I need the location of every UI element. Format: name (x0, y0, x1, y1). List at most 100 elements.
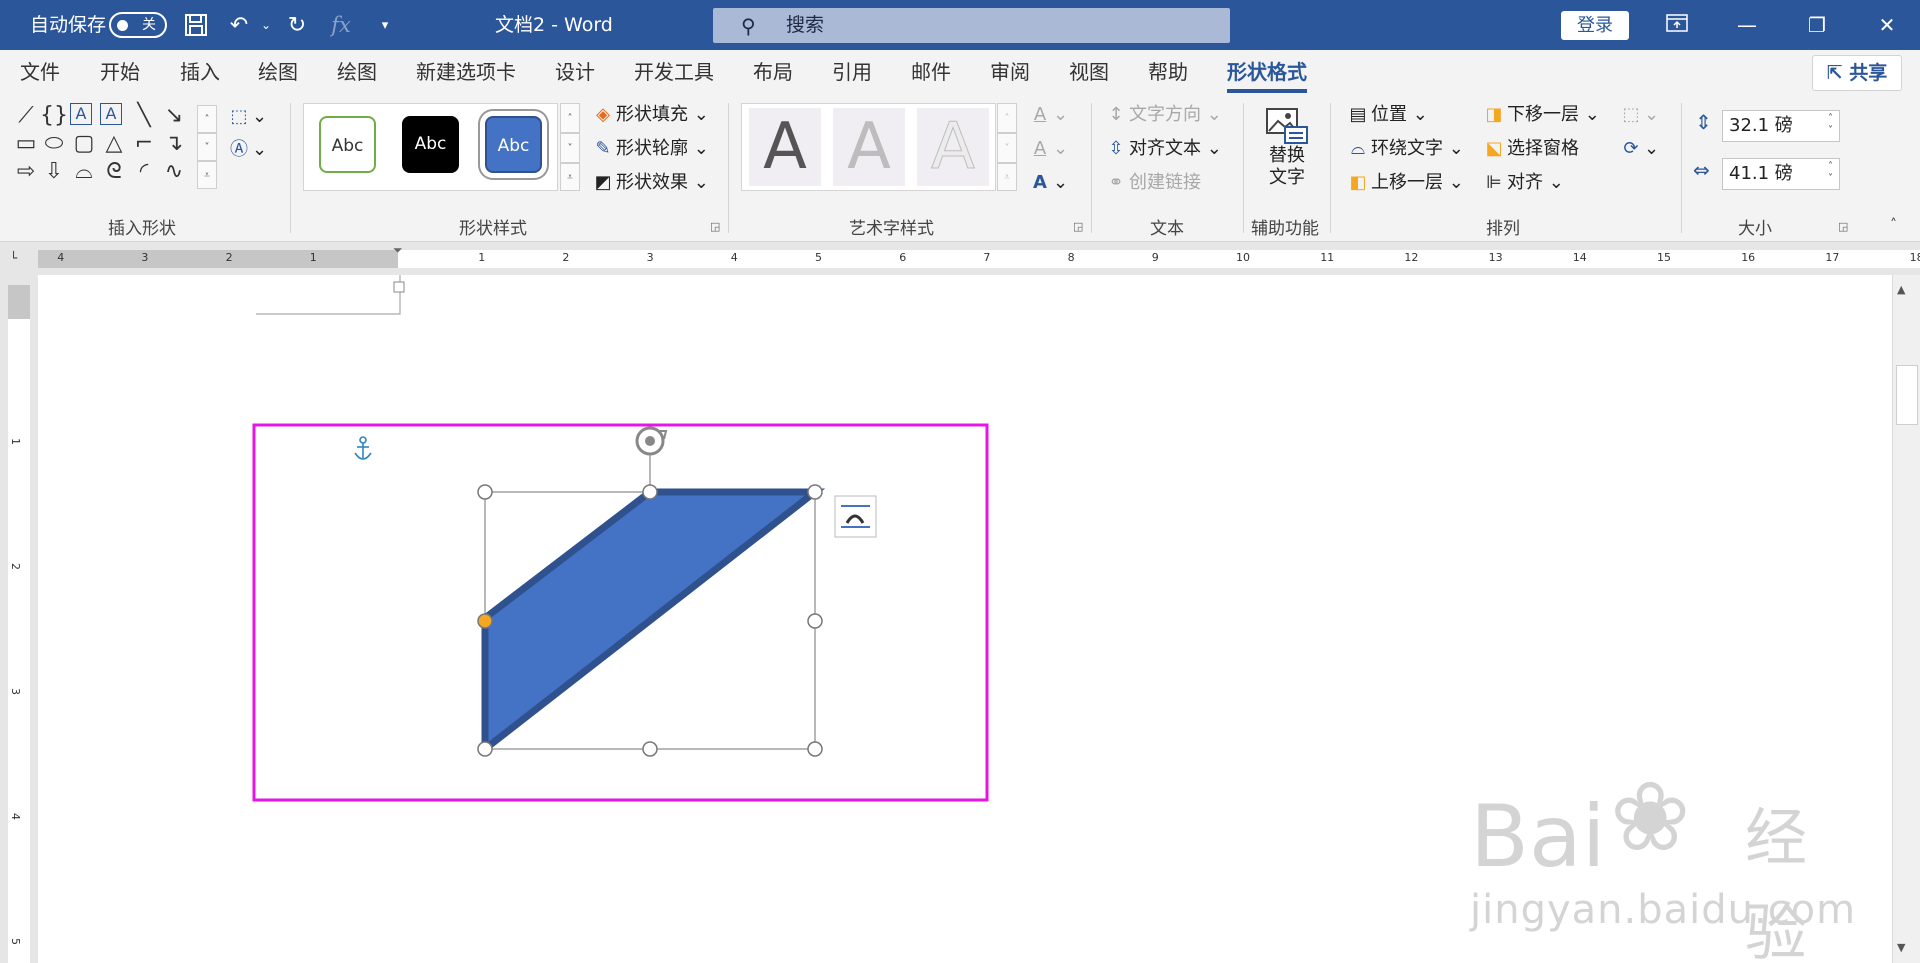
right-arrow-shape-icon[interactable]: ⇨ (12, 159, 40, 184)
wordart-launcher-icon[interactable]: ◲ (1073, 220, 1083, 233)
redo-icon[interactable]: ↻ (282, 10, 312, 40)
curve-icon[interactable]: ∿ (160, 159, 188, 184)
wordart-style-3[interactable]: A (917, 108, 989, 186)
tab-file[interactable]: 文件 (20, 50, 60, 95)
tab-draw-2[interactable]: 绘图 (337, 50, 377, 95)
wordart-down-icon[interactable]: ˅ (997, 133, 1017, 163)
tab-help[interactable]: 帮助 (1148, 50, 1188, 95)
tab-selector-icon[interactable]: └ (10, 251, 17, 265)
shapes-gallery[interactable]: ⟋ {} A A ╲ ↘ ▭ ⬭ ▢ △ ⌐ ↴ ⇨ ⇩ ⌓ ᘓ ◜ ∿ (12, 103, 217, 195)
shape-fill-button[interactable]: ◈ 形状填充 ⌄ (590, 102, 709, 128)
gallery-more-icon[interactable]: ⩡ (197, 161, 217, 189)
style-more-icon[interactable]: ⩡ (560, 163, 580, 191)
scroll-up-icon[interactable]: ▲ (1897, 283, 1905, 296)
wrap-text-button[interactable]: ⌓ 环绕文字 ⌄ (1345, 136, 1464, 162)
brace-shape-icon[interactable]: {} (40, 103, 68, 128)
height-spinner[interactable]: ˄ ˅ (1828, 113, 1833, 137)
shape-outline-button[interactable]: ✎ 形状轮廓 ⌄ (590, 136, 708, 162)
shape-effects-button[interactable]: ◩ 形状效果 ⌄ (590, 170, 708, 196)
autosave-toggle[interactable]: 关 (109, 12, 167, 38)
line-shape-icon[interactable]: ⟋ (12, 103, 40, 128)
tab-shape-format[interactable]: 形状格式 (1227, 50, 1307, 95)
scribble-icon[interactable]: ᘓ (100, 159, 128, 184)
selection-pane-button[interactable]: ⬕ 选择窗格 (1481, 136, 1579, 162)
undo-icon[interactable]: ↶ (224, 10, 254, 40)
login-button[interactable]: 登录 (1561, 11, 1629, 40)
shape-styles-launcher-icon[interactable]: ◲ (710, 220, 720, 233)
undo-dropdown-icon[interactable]: ⌄ (251, 10, 281, 40)
text-direction-button[interactable]: ↕ 文字方向 ⌄ (1103, 102, 1221, 128)
document-page[interactable]: Bai ❀ 经验 jingyan.baidu.com (38, 275, 1892, 963)
bring-forward-button[interactable]: ◧ 上移一层 ⌄ (1345, 170, 1463, 196)
scroll-thumb[interactable] (1896, 365, 1918, 425)
search-box[interactable]: ⚲ 搜索 (713, 8, 1230, 43)
tab-insert[interactable]: 插入 (180, 50, 220, 95)
oval-shape-icon[interactable]: ⬭ (40, 131, 68, 156)
indent-marker-icon[interactable]: ⏷ (393, 243, 403, 258)
align-button[interactable]: ⊫ 对齐 ⌄ (1481, 170, 1564, 196)
minimize-icon[interactable]: — (1712, 0, 1782, 50)
style-up-icon[interactable]: ˄ (560, 103, 580, 133)
triangle-shape-icon[interactable]: △ (100, 131, 128, 156)
style-outline-green[interactable]: Abc (319, 116, 376, 173)
tab-new[interactable]: 新建选项卡 (416, 50, 516, 95)
tab-review[interactable]: 审阅 (990, 50, 1030, 95)
gallery-down-icon[interactable]: ˅ (197, 133, 217, 161)
textbox-shape-icon[interactable]: A (70, 103, 92, 125)
straight-line-icon[interactable]: ╲ (130, 103, 158, 128)
tab-references[interactable]: 引用 (832, 50, 872, 95)
restore-icon[interactable]: ❐ (1782, 0, 1852, 50)
style-down-icon[interactable]: ˅ (560, 133, 580, 163)
wordart-more-icon[interactable]: ⩡ (997, 163, 1017, 191)
freeform-shape-icon[interactable]: ⌓ (70, 159, 98, 184)
down-arrow-shape-icon[interactable]: ⇩ (40, 159, 68, 184)
create-link-button[interactable]: ⚭ 创建链接 (1103, 170, 1201, 196)
elbow-arrow-icon[interactable]: ↴ (160, 131, 188, 156)
height-field[interactable]: 32.1 磅 ˄ ˅ (1722, 110, 1840, 142)
text-effects-button[interactable]: A ⌄ (1027, 170, 1068, 196)
wordart-gallery[interactable]: A A A (741, 103, 996, 191)
width-field[interactable]: 41.1 磅 ˄ ˅ (1722, 158, 1840, 190)
fx-icon[interactable]: fx (326, 10, 356, 40)
width-spinner[interactable]: ˄ ˅ (1828, 161, 1833, 185)
save-icon[interactable] (181, 10, 211, 40)
share-button[interactable]: ⇱ 共享 (1812, 55, 1902, 91)
close-icon[interactable]: ✕ (1852, 0, 1920, 50)
ribbon-display-icon[interactable] (1642, 0, 1712, 50)
wordart-style-2[interactable]: A (833, 108, 905, 186)
scroll-down-icon[interactable]: ▼ (1897, 941, 1905, 954)
wordart-style-1[interactable]: A (749, 108, 821, 186)
draw-textbox-button[interactable]: Ⓐ ⌄ (226, 137, 267, 163)
text-outline-button[interactable]: A ⌄ (1027, 136, 1068, 162)
arrow-line-icon[interactable]: ↘ (160, 103, 188, 128)
rectangle-shape-icon[interactable]: ▭ (12, 131, 40, 156)
send-backward-button[interactable]: ◨ 下移一层 ⌄ (1481, 102, 1599, 128)
vertical-textbox-icon[interactable]: A (100, 103, 122, 125)
rounded-rectangle-icon[interactable]: ▢ (70, 131, 98, 156)
align-text-button[interactable]: ⇳ 对齐文本 ⌄ (1103, 136, 1221, 162)
shape-style-gallery[interactable]: Abc Abc Abc (303, 103, 558, 191)
tab-design[interactable]: 设计 (555, 50, 595, 95)
style-black-fill[interactable]: Abc (402, 116, 459, 173)
tab-home[interactable]: 开始 (100, 50, 140, 95)
group-objects-button[interactable]: ⬚ ⌄ (1618, 102, 1659, 128)
tab-layout[interactable]: 布局 (753, 50, 793, 95)
edit-shape-button[interactable]: ⬚ ⌄ (226, 104, 267, 130)
vertical-scrollbar[interactable]: ▲ ▼ (1892, 275, 1920, 963)
size-launcher-icon[interactable]: ◲ (1838, 220, 1848, 233)
tab-draw[interactable]: 绘图 (258, 50, 298, 95)
style-blue-fill[interactable]: Abc (485, 116, 542, 173)
collapse-ribbon-icon[interactable]: ˄ (1890, 217, 1897, 233)
alt-text-button[interactable]: 替换 文字 (1250, 103, 1324, 203)
rotate-button[interactable]: ⟳ ⌄ (1618, 136, 1659, 162)
text-fill-button[interactable]: A ⌄ (1027, 102, 1068, 128)
arc-icon[interactable]: ◜ (130, 159, 158, 184)
elbow-connector-icon[interactable]: ⌐ (130, 131, 158, 156)
wordart-up-icon[interactable]: ˄ (997, 103, 1017, 133)
tab-mailings[interactable]: 邮件 (911, 50, 951, 95)
position-button[interactable]: ▤ 位置 ⌄ (1345, 102, 1427, 128)
gallery-up-icon[interactable]: ˄ (197, 105, 217, 133)
customize-toolbar-icon[interactable]: ▾ (370, 10, 400, 40)
tab-developer[interactable]: 开发工具 (634, 50, 714, 95)
tab-view[interactable]: 视图 (1069, 50, 1109, 95)
